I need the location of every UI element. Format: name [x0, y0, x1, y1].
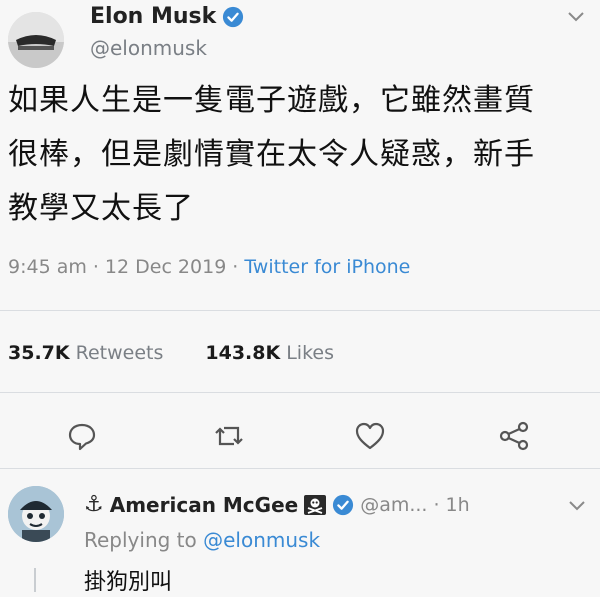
reply-time: 1h — [445, 493, 470, 516]
meta-separator: · — [232, 256, 239, 278]
retweets-count[interactable]: 35.7K — [8, 342, 70, 364]
user-handle[interactable]: @elonmusk — [90, 36, 207, 60]
reply-tweet: ⚓ American McGee @am... · 1h Replying to… — [0, 470, 600, 597]
tweet-text-line: 教學又太長了 — [8, 191, 194, 226]
tweet-stats: 35.7K Retweets 143.8K Likes — [8, 342, 334, 364]
tweet-text-line: 很棒，但是劇情實在太令人疑惑，新手 — [8, 137, 535, 172]
tweet-text-line: 如果人生是一隻電子遊戲，它雖然畫質 — [8, 83, 535, 118]
mcgee-avatar[interactable] — [8, 486, 64, 542]
tweet-date: 12 Dec 2019 — [104, 256, 227, 278]
display-name[interactable]: Elon Musk — [90, 4, 216, 29]
tweet-source[interactable]: Twitter for iPhone — [244, 256, 410, 278]
elon-avatar[interactable] — [8, 12, 64, 68]
tweet-time: 9:45 am — [8, 256, 87, 278]
main-tweet: Elon Musk @elonmusk 如果人生是一隻電子遊戲，它雖然畫質 很棒… — [0, 0, 600, 470]
anchor-icon: ⚓ — [84, 492, 104, 517]
heart-icon[interactable] — [352, 418, 388, 454]
divider — [0, 310, 600, 311]
verified-badge-icon — [333, 494, 354, 515]
reply-handle[interactable]: @am... — [360, 494, 427, 516]
likes-count[interactable]: 143.8K — [205, 342, 280, 364]
chevron-down-icon[interactable] — [566, 10, 586, 24]
retweets-label[interactable]: Retweets — [76, 342, 164, 364]
action-bar — [0, 418, 600, 458]
thread-line — [34, 568, 36, 592]
divider — [0, 392, 600, 393]
tweet-meta: 9:45 am · 12 Dec 2019 · Twitter for iPho… — [8, 256, 410, 278]
reply-display-name[interactable]: American McGee — [110, 493, 298, 517]
likes-label[interactable]: Likes — [286, 342, 334, 364]
replying-prefix: Replying to — [84, 528, 197, 552]
reply-bubble-icon[interactable] — [64, 418, 100, 454]
retweet-icon[interactable] — [211, 418, 247, 454]
meta-separator: · — [433, 493, 440, 516]
share-icon[interactable] — [496, 418, 532, 454]
chevron-down-icon[interactable] — [568, 500, 586, 512]
tweet-text: 如果人生是一隻電子遊戲，它雖然畫質 很棒，但是劇情實在太令人疑惑，新手 教學又太… — [8, 74, 593, 236]
replying-handle[interactable]: @elonmusk — [203, 528, 320, 552]
divider — [0, 468, 600, 469]
reply-text: 掛狗別叫 — [84, 570, 173, 595]
meta-separator: · — [92, 256, 99, 278]
replying-to: Replying to @elonmusk — [84, 528, 320, 552]
verified-badge-icon — [223, 6, 244, 27]
skull-crossbones-icon — [304, 494, 327, 515]
